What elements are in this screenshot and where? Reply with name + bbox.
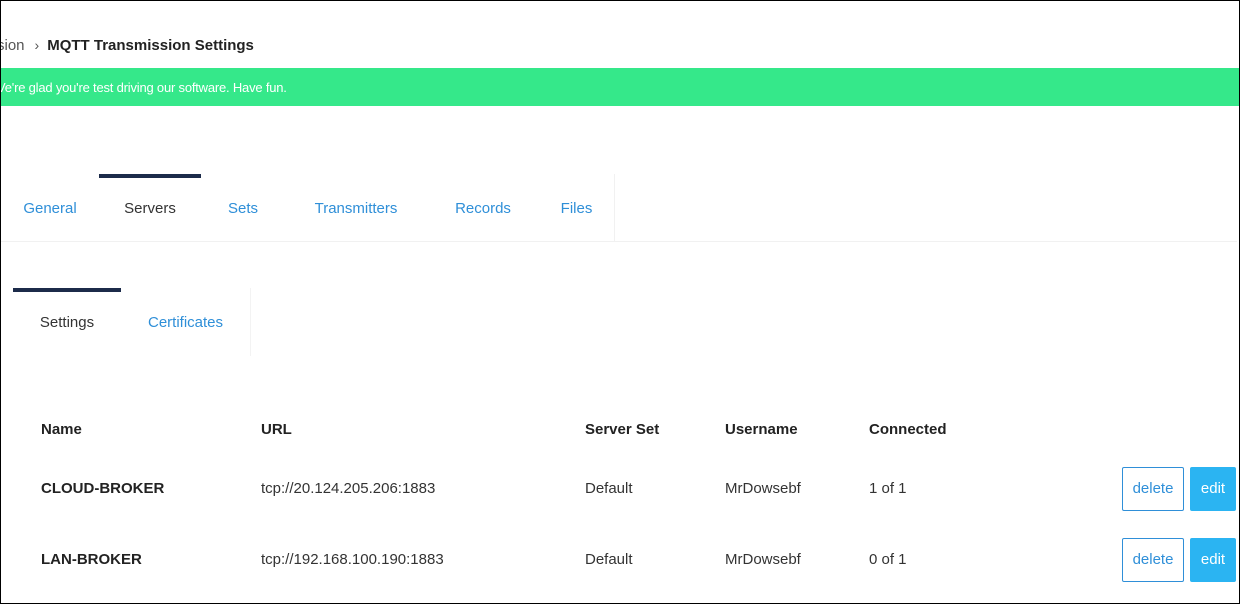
table-row: CLOUD-BROKER tcp://20.124.205.206:1883 D…	[1, 453, 1239, 524]
server-username: MrDowsebf	[725, 551, 801, 568]
breadcrumb-parent-link[interactable]: sion	[1, 37, 25, 54]
edit-button[interactable]: edit	[1190, 537, 1236, 582]
tab-certificates[interactable]: Certificates	[121, 288, 251, 356]
row-actions: delete edit	[1122, 466, 1236, 511]
column-header-name: Name	[41, 420, 82, 438]
server-connected: 0 of 1	[869, 551, 907, 568]
chevron-right-icon: ›	[34, 37, 40, 53]
table-header-row: Name URL Server Set Username Connected	[1, 405, 1239, 453]
tab-settings[interactable]: Settings	[13, 288, 121, 356]
server-url: tcp://20.124.205.206:1883	[261, 480, 436, 497]
column-header-url: URL	[261, 420, 292, 438]
tab-files[interactable]: Files	[539, 174, 615, 242]
row-actions: delete edit	[1122, 537, 1236, 582]
tab-records[interactable]: Records	[427, 174, 539, 242]
tab-general[interactable]: General	[1, 174, 99, 242]
column-header-connected: Connected	[869, 420, 947, 438]
app-window: sion › MQTT Transmission Settings Ve're …	[0, 0, 1240, 604]
column-header-username: Username	[725, 420, 798, 438]
page-title: MQTT Transmission Settings	[47, 36, 254, 54]
server-set: Default	[585, 480, 633, 497]
trial-banner: Ve're glad you're test driving our softw…	[1, 68, 1239, 106]
server-connected: 1 of 1	[869, 480, 907, 497]
server-url: tcp://192.168.100.190:1883	[261, 551, 444, 568]
sub-tabs: Settings Certificates	[13, 288, 251, 356]
delete-button[interactable]: delete	[1122, 537, 1184, 582]
main-tabs: General Servers Sets Transmitters Record…	[1, 174, 1237, 242]
server-name: LAN-BROKER	[41, 551, 142, 568]
breadcrumb: sion › MQTT Transmission Settings	[1, 31, 254, 59]
tab-transmitters[interactable]: Transmitters	[285, 174, 427, 242]
column-header-server-set: Server Set	[585, 420, 660, 438]
table-row: LAN-BROKER tcp://192.168.100.190:1883 De…	[1, 524, 1239, 595]
servers-table: Name URL Server Set Username Connected C…	[1, 405, 1239, 595]
server-name: CLOUD-BROKER	[41, 480, 165, 497]
delete-button[interactable]: delete	[1122, 466, 1184, 511]
banner-message: Ve're glad you're test driving our softw…	[0, 79, 287, 95]
tab-sets[interactable]: Sets	[201, 174, 285, 242]
server-set: Default	[585, 551, 633, 568]
server-username: MrDowsebf	[725, 480, 801, 497]
edit-button[interactable]: edit	[1190, 466, 1236, 511]
tab-servers[interactable]: Servers	[99, 174, 201, 242]
